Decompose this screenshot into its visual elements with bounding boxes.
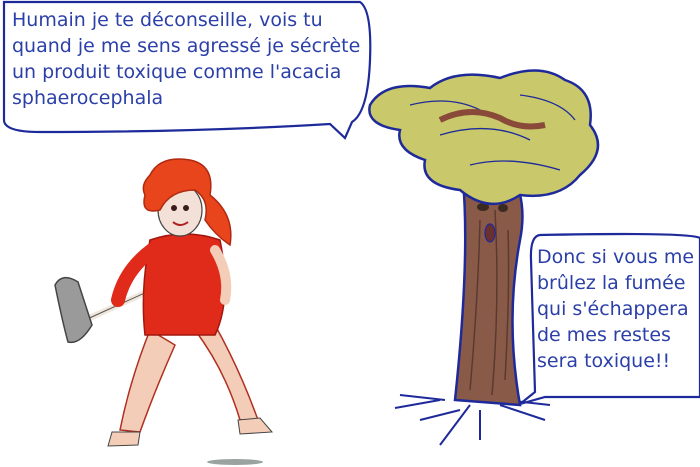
- tree-speech-text: Donc si vous me brûlez la fumée qui s'éc…: [537, 246, 695, 372]
- woman-speech-text: Humain je te déconseille, vois tu quand …: [12, 9, 361, 109]
- woman-with-axe-illustration: [54, 158, 274, 447]
- ground-shadow: [207, 459, 263, 465]
